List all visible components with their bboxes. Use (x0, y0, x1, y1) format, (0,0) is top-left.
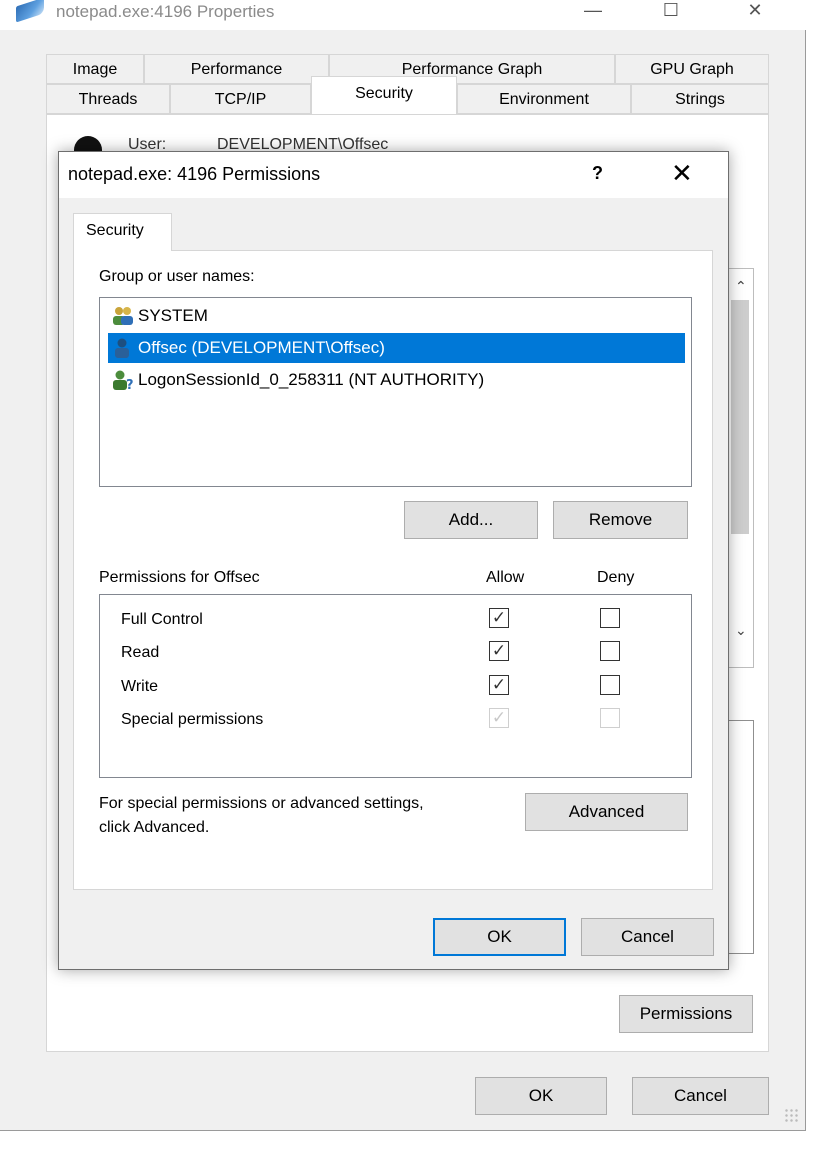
tab-environment[interactable]: Environment (457, 84, 631, 114)
read-deny-checkbox[interactable] (600, 641, 620, 661)
permission-special: Special permissions (121, 711, 264, 728)
advanced-hint-line2: click Advanced. (99, 819, 210, 836)
dialog-close-button[interactable]: ✕ (671, 158, 693, 189)
tab-tcpip[interactable]: TCP/IP (170, 84, 311, 114)
ok-button[interactable]: OK (475, 1077, 607, 1115)
permissions-dialog: notepad.exe: 4196 Permissions ? ✕ Securi… (58, 151, 729, 970)
read-allow-checkbox[interactable]: ✓ (489, 641, 509, 661)
group-or-user-list[interactable]: SYSTEM Offsec (DEVELOPMENT\Offsec) ? Log… (99, 297, 692, 487)
permission-full-control: Full Control (121, 611, 203, 628)
tab-dialog-security[interactable]: Security (73, 213, 172, 251)
tab-image[interactable]: Image (46, 54, 144, 84)
user-icon (112, 338, 134, 358)
special-allow-checkbox: ✓ (489, 708, 509, 728)
tab-security[interactable]: Security (311, 76, 457, 114)
tab-strings[interactable]: Strings (631, 84, 769, 114)
permission-read: Read (121, 644, 160, 661)
group-or-user-names-label: Group or user names: (99, 268, 255, 285)
permissions-button[interactable]: Permissions (619, 995, 753, 1033)
tab-performance[interactable]: Performance (144, 54, 329, 84)
full-control-deny-checkbox[interactable] (600, 608, 620, 628)
resize-grip-icon[interactable] (784, 1108, 800, 1124)
dialog-title: notepad.exe: 4196 Permissions (68, 164, 321, 184)
dialog-cancel-button[interactable]: Cancel (581, 918, 714, 956)
users-group-icon (112, 306, 134, 326)
user-name: SYSTEM (138, 306, 208, 325)
unknown-user-icon: ? (112, 370, 134, 393)
permission-write: Write (121, 678, 159, 695)
tab-gpu-graph[interactable]: GPU Graph (615, 54, 769, 84)
permissions-for-label: Permissions for Offsec (99, 569, 260, 586)
scroll-down-arrow-icon[interactable]: ⌄ (735, 622, 747, 639)
write-deny-checkbox[interactable] (600, 675, 620, 695)
properties-window-title: notepad.exe:4196 Properties (56, 2, 275, 21)
full-control-allow-checkbox[interactable]: ✓ (489, 608, 509, 628)
maximize-button[interactable]: ☐ (643, 0, 699, 26)
advanced-hint-line1: For special permissions or advanced sett… (99, 795, 424, 812)
minimize-button[interactable]: — (565, 0, 621, 26)
remove-button[interactable]: Remove (553, 501, 688, 539)
dialog-ok-button[interactable]: OK (433, 918, 566, 956)
list-item-logon-session[interactable]: ? LogonSessionId_0_258311 (NT AUTHORITY) (108, 365, 685, 395)
permissions-list: Full Control ✓ Read ✓ Write ✓ Special pe… (99, 594, 692, 778)
write-allow-checkbox[interactable]: ✓ (489, 675, 509, 695)
help-button[interactable]: ? (592, 163, 603, 184)
scrollbar-thumb[interactable] (731, 300, 749, 534)
allow-column-header: Allow (486, 569, 525, 586)
user-name: Offsec (DEVELOPMENT\Offsec) (138, 338, 385, 357)
svg-text:?: ? (126, 378, 134, 390)
close-window-button[interactable]: ✕ (727, 0, 783, 26)
list-item-offsec[interactable]: Offsec (DEVELOPMENT\Offsec) (108, 333, 685, 363)
scroll-up-arrow-icon[interactable]: ⌃ (735, 278, 747, 295)
special-deny-checkbox (600, 708, 620, 728)
user-name: LogonSessionId_0_258311 (NT AUTHORITY) (138, 370, 485, 389)
cancel-button[interactable]: Cancel (632, 1077, 769, 1115)
advanced-button[interactable]: Advanced (525, 793, 688, 831)
list-item-system[interactable]: SYSTEM (108, 301, 685, 331)
deny-column-header: Deny (597, 569, 635, 586)
tab-threads[interactable]: Threads (46, 84, 170, 114)
add-button[interactable]: Add... (404, 501, 538, 539)
